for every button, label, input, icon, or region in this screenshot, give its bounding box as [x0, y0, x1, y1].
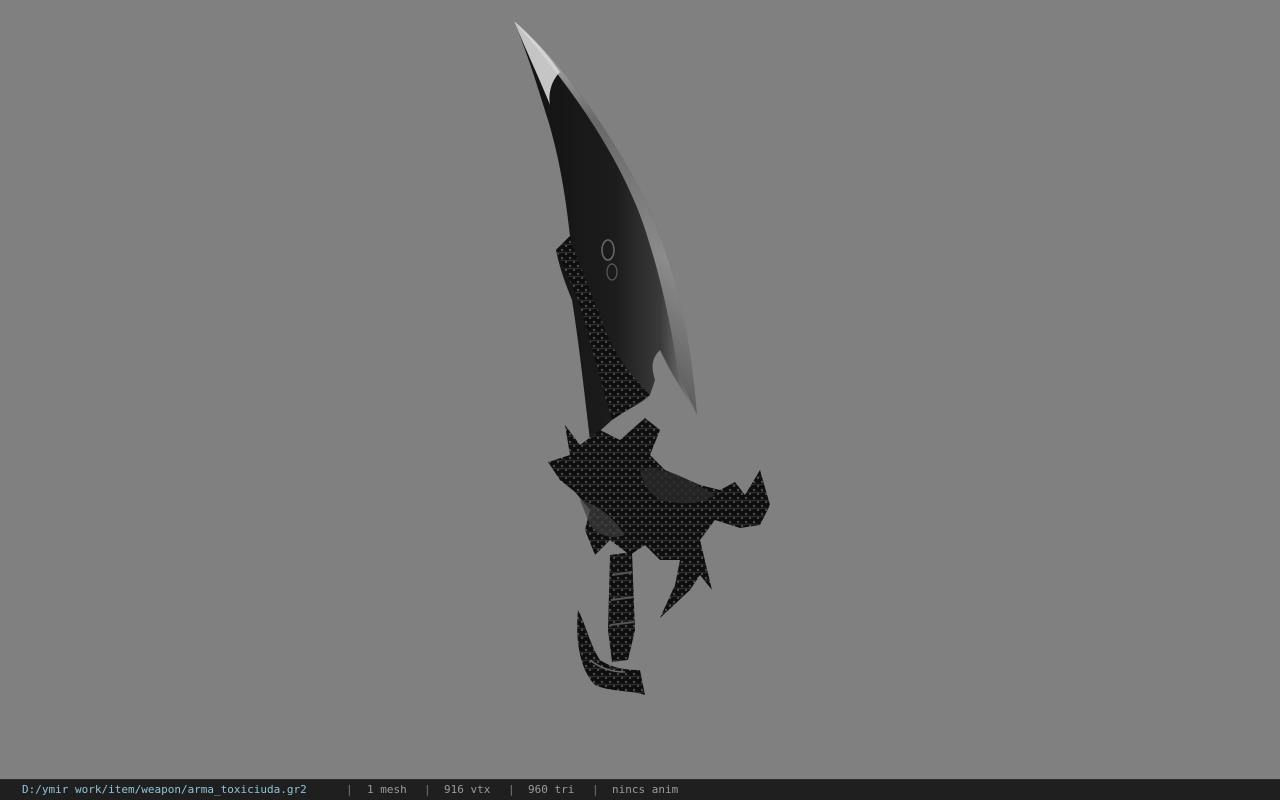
vertex-count-label: 916 vtx — [444, 783, 491, 796]
status-bar: D:/ymir work/item/weapon/arma_toxiciuda.… — [0, 779, 1280, 800]
separator: | — [346, 783, 353, 796]
animation-status-label: nincs anim — [612, 783, 679, 796]
curved-sword-model-icon — [514, 21, 770, 695]
mesh-count-label: 1 mesh — [367, 783, 407, 796]
separator: | — [508, 783, 515, 796]
triangle-count-label: 960 tri — [528, 783, 575, 796]
separator: | — [592, 783, 599, 796]
separator: | — [424, 783, 431, 796]
3d-viewport[interactable] — [0, 0, 1280, 779]
file-path-label: D:/ymir work/item/weapon/arma_toxiciuda.… — [22, 783, 307, 796]
